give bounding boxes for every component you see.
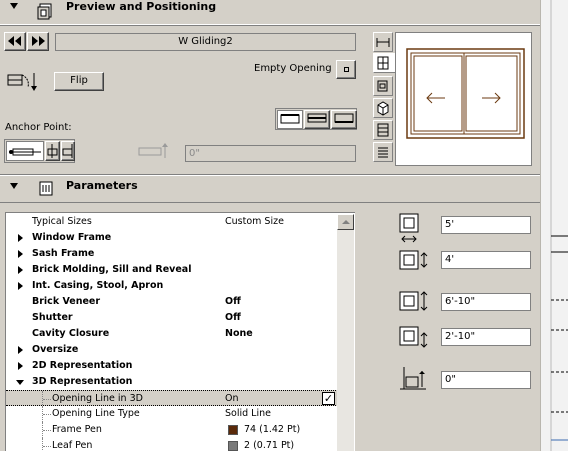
preview-tab-dimensions[interactable] xyxy=(373,32,393,52)
preview-tab-plan[interactable] xyxy=(373,76,393,96)
height-field[interactable]: 4' xyxy=(441,251,531,269)
opening-line-checkbox[interactable]: ✓ xyxy=(322,392,335,405)
section-divider xyxy=(0,174,540,176)
sill-height-icon xyxy=(399,326,428,348)
parameter-list-scrollbar[interactable] xyxy=(337,214,354,451)
plan-view-fragment xyxy=(550,0,568,451)
anchor-right-button[interactable] xyxy=(61,141,75,161)
collapse-triangle-icon[interactable] xyxy=(10,183,18,189)
height-dimension-icon xyxy=(399,250,428,270)
parameters-header[interactable]: Parameters xyxy=(0,177,540,199)
preview-canvas: ← → xyxy=(395,32,532,166)
anchor-left-button[interactable] xyxy=(6,141,44,161)
list-item[interactable]: Brick Veneer Off xyxy=(6,294,338,310)
expand-arrow-icon[interactable] xyxy=(18,234,23,242)
list-item[interactable]: Cavity Closure None xyxy=(6,326,338,342)
list-item[interactable]: Brick Molding, Sill and Reveal xyxy=(6,262,338,278)
preview-tab-3d[interactable] xyxy=(373,98,393,118)
opening-height-field[interactable]: 6'-10" xyxy=(441,293,531,311)
section-divider xyxy=(0,24,540,26)
previous-button[interactable] xyxy=(4,32,26,51)
collapse-arrow-icon[interactable] xyxy=(16,380,24,385)
sill-height-field[interactable]: 2'-10" xyxy=(441,328,531,346)
offset-icon xyxy=(138,143,168,158)
offset-field[interactable]: 0" xyxy=(185,145,356,162)
parameter-list[interactable]: Typical Sizes Custom Size Window Frame S… xyxy=(5,212,355,451)
list-item[interactable]: 3D Representation xyxy=(6,374,338,390)
window-preview-drawing xyxy=(406,48,525,139)
list-icon xyxy=(378,147,388,158)
width-dimension-icon xyxy=(399,213,419,243)
expand-arrow-icon[interactable] xyxy=(18,362,23,370)
opening-height-icon xyxy=(399,291,428,311)
expand-arrow-icon[interactable] xyxy=(18,266,23,274)
plan-icon xyxy=(377,80,388,92)
list-item[interactable]: 2D Representation xyxy=(6,358,338,374)
square-icon xyxy=(343,67,349,72)
opening-side-icon[interactable] xyxy=(6,67,42,95)
position-center-button[interactable] xyxy=(304,110,330,129)
preview-tab-elevation[interactable] xyxy=(373,53,396,73)
list-item[interactable]: Oversize xyxy=(6,342,338,358)
next-button[interactable] xyxy=(27,32,49,51)
anchor-center-button[interactable] xyxy=(45,141,60,161)
expand-arrow-icon[interactable] xyxy=(18,250,23,258)
empty-opening-label: Empty Opening xyxy=(254,63,332,74)
list-item[interactable]: Typical Sizes Custom Size xyxy=(6,214,338,230)
wall-position-group xyxy=(275,108,357,130)
reveal-depth-icon xyxy=(400,367,426,390)
list-item[interactable]: Window Frame xyxy=(6,230,338,246)
section-title: Parameters xyxy=(66,179,138,192)
collapse-triangle-icon[interactable] xyxy=(10,3,18,9)
list-item[interactable]: Opening Line Type Solid Line xyxy=(6,406,338,422)
cube-3d-icon xyxy=(377,101,389,116)
expand-arrow-icon[interactable] xyxy=(18,282,23,290)
empty-opening-toggle[interactable] xyxy=(336,60,356,79)
dimension-icon xyxy=(376,38,390,47)
expand-arrow-icon[interactable] xyxy=(18,346,23,354)
wall-outside-icon xyxy=(280,114,300,124)
list-item[interactable]: Frame Pen 74 (1.42 Pt) xyxy=(6,422,338,438)
parameters-icon xyxy=(39,181,53,196)
section-divider xyxy=(0,202,540,203)
fast-forward-icon xyxy=(32,36,45,46)
list-item[interactable]: Sash Frame xyxy=(6,246,338,262)
preview-tab-section[interactable] xyxy=(373,120,393,140)
pen-color-swatch xyxy=(228,425,238,435)
anchor-point-group xyxy=(4,139,75,163)
width-field[interactable]: 5' xyxy=(441,216,531,234)
pen-color-swatch xyxy=(228,441,238,451)
rewind-icon xyxy=(8,36,21,46)
list-item-selected[interactable]: Opening Line in 3D On ✓ xyxy=(6,390,338,407)
anchor-center-icon xyxy=(47,144,58,158)
object-name-field[interactable]: W Gliding2 xyxy=(55,33,356,51)
tree-connector xyxy=(42,406,51,422)
window-elevation-icon xyxy=(377,56,389,70)
tree-connector xyxy=(42,438,51,451)
reveal-depth-field[interactable]: 0" xyxy=(441,371,531,389)
anchor-left-icon xyxy=(9,148,41,156)
wall-center-icon xyxy=(307,113,327,123)
preview-positioning-header[interactable]: Preview and Positioning xyxy=(0,0,540,22)
right-edge-panel xyxy=(540,0,568,451)
tree-connector xyxy=(42,391,51,407)
tree-connector xyxy=(42,422,51,438)
flip-button[interactable]: Flip xyxy=(54,72,104,91)
anchor-point-label: Anchor Point: xyxy=(5,122,72,133)
preview-tab-list[interactable] xyxy=(373,142,393,162)
anchor-right-icon xyxy=(62,144,73,158)
position-inside-button[interactable] xyxy=(331,110,357,129)
position-outside-button[interactable] xyxy=(277,110,303,129)
section-title: Preview and Positioning xyxy=(66,0,217,13)
list-item[interactable]: Leaf Pen 2 (0.71 Pt) xyxy=(6,438,338,451)
list-item[interactable]: Shutter Off xyxy=(6,310,338,326)
wall-inside-icon xyxy=(334,113,354,123)
scroll-up-arrow-icon[interactable] xyxy=(337,214,354,230)
window-settings-icon xyxy=(37,3,52,20)
list-item[interactable]: Int. Casing, Stool, Apron xyxy=(6,278,338,294)
section-icon xyxy=(377,123,389,137)
